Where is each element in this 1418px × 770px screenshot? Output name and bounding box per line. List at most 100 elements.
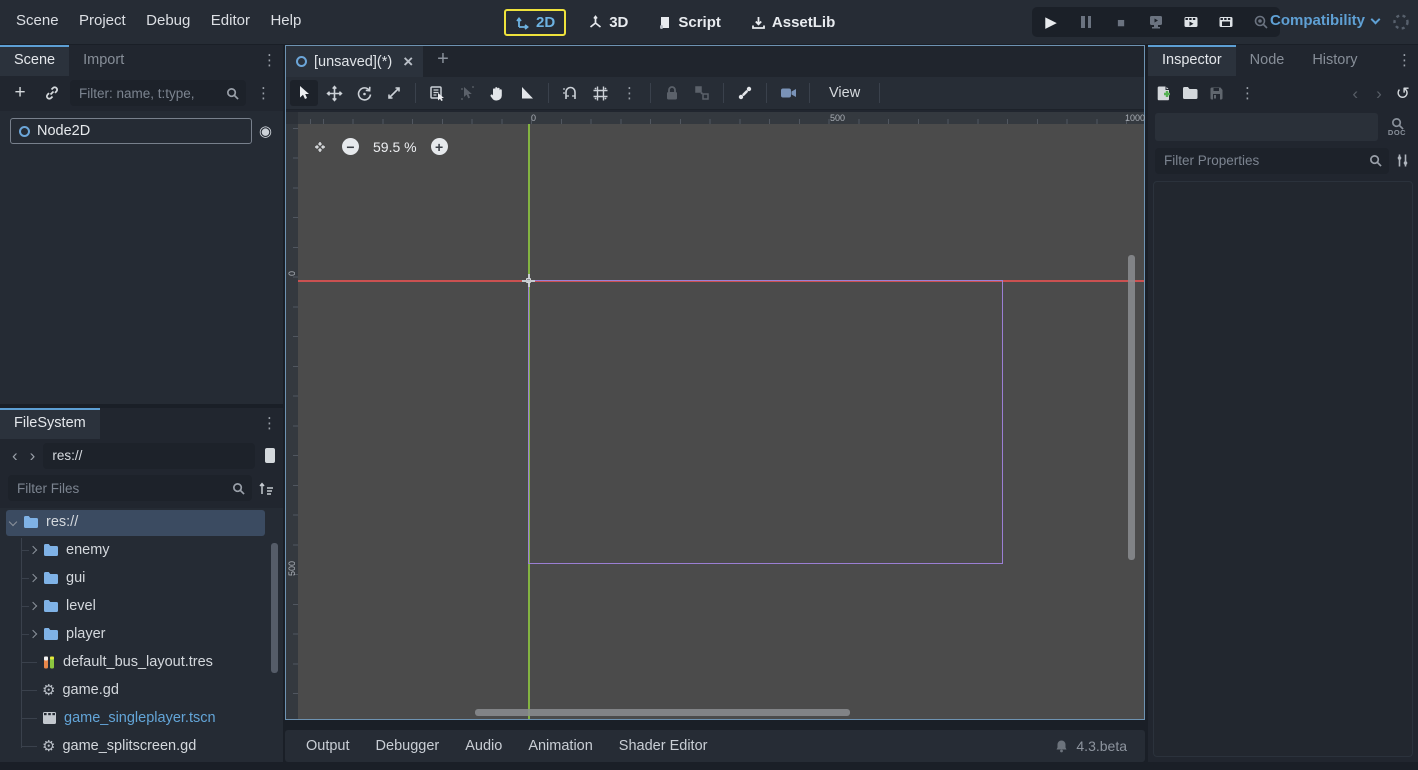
zoom-out-button[interactable]: − [342,138,359,155]
pan-tool-button[interactable] [483,80,511,106]
zoom-percent-label[interactable]: 59.5 % [373,139,417,155]
new-scene-tab-button[interactable]: + [423,46,463,77]
history-forward-icon[interactable]: › [1372,85,1386,102]
bottom-tab-animation[interactable]: Animation [515,738,605,754]
scale-tool-button[interactable] [380,80,408,106]
ruler-tool-button[interactable] [513,80,541,106]
renderer-selector[interactable]: Compatibility [1268,8,1381,33]
zoom-in-button[interactable]: + [431,138,448,155]
move-pivot-tool-button[interactable] [453,80,481,106]
tab-inspector[interactable]: Inspector [1148,45,1236,76]
save-icon[interactable] [1209,86,1224,101]
history-back-icon[interactable]: ‹ [1348,85,1362,102]
ruler-icon [519,85,535,101]
load-resource-folder-icon[interactable] [1182,86,1199,100]
menu-debug[interactable]: Debug [138,0,198,41]
pause-button[interactable] [1077,13,1095,31]
file-row-player[interactable]: player [0,620,283,648]
scene-tree-row-node2d[interactable]: Node2D ◉ [10,117,275,145]
sort-icon[interactable] [258,481,275,496]
chevron-right-icon[interactable] [29,602,37,610]
menu-project[interactable]: Project [71,0,134,41]
workspace-script-button[interactable]: Script [650,10,729,35]
open-docs-button[interactable]: DOC [1384,113,1410,141]
file-tree-scrollbar[interactable] [271,543,278,673]
play-scene-button[interactable] [1182,13,1200,31]
bottom-tab-audio[interactable]: Audio [452,738,515,754]
grid-snap-button[interactable] [586,80,614,106]
chevron-right-icon[interactable] [29,574,37,582]
move-tool-button[interactable] [320,80,348,106]
tab-node[interactable]: Node [1236,45,1299,76]
rotate-tool-button[interactable] [350,80,378,106]
play-custom-scene-icon [1218,14,1234,30]
horizontal-scrollbar[interactable] [475,709,850,716]
lock-object-button[interactable] [658,80,686,106]
bottom-tab-debugger[interactable]: Debugger [363,738,453,754]
group-object-button[interactable] [688,80,716,106]
property-tools-icon[interactable] [1395,153,1410,168]
workspace-2d-button[interactable]: 2D [504,9,566,36]
file-label: player [66,626,106,642]
scene-dock-menu-icon[interactable]: ⋮ [256,45,283,76]
select-tool-button[interactable] [290,80,318,106]
remote-debug-button[interactable] [1147,13,1165,31]
scene-tab-unsaved[interactable]: [unsaved](*) × [286,46,423,77]
file-row-game-splitscreen-gd[interactable]: ⚙ game_splitscreen.gd [0,732,283,760]
menu-editor[interactable]: Editor [203,0,258,41]
nav-back-icon[interactable]: ‹ [8,447,22,464]
file-label: game_singleplayer.tscn [64,710,216,726]
workspace-assetlib-button[interactable]: AssetLib [743,10,843,35]
tab-filesystem[interactable]: FileSystem [0,408,100,439]
menu-scene[interactable]: Scene [8,0,67,41]
path-field[interactable] [43,443,255,469]
split-mode-button[interactable] [265,448,275,463]
skeleton-options-button[interactable] [731,80,759,106]
file-row-gui[interactable]: gui [0,564,283,592]
workspace-3d-button[interactable]: 3D [580,10,636,35]
file-row-game-singleplayer-tscn[interactable]: game_singleplayer.tscn [0,704,283,732]
instance-scene-button[interactable] [38,80,66,106]
file-row-level[interactable]: level [0,592,283,620]
new-resource-icon[interactable] [1156,85,1172,102]
visibility-eye-icon[interactable]: ◉ [252,122,275,140]
vertical-scrollbar[interactable] [1128,255,1135,560]
scene-tree-menu-icon[interactable]: ⋮ [250,78,277,109]
file-row-enemy[interactable]: enemy [0,536,283,564]
center-view-icon[interactable] [312,139,328,155]
play-button[interactable]: ▶ [1042,13,1060,31]
node-rename-field[interactable]: Node2D [10,118,252,144]
2d-viewport[interactable]: 0 500 1000 0 500 − 59.5 % + [286,112,1144,719]
bottom-tab-output[interactable]: Output [293,738,363,754]
edit-history-icon[interactable]: ↺ [1396,85,1410,102]
tab-import[interactable]: Import [69,45,138,76]
tab-scene[interactable]: Scene [0,45,69,76]
nav-forward-icon[interactable]: › [26,447,40,464]
close-icon[interactable]: × [399,52,413,72]
play-custom-scene-button[interactable] [1217,13,1235,31]
file-row-default-bus-layout[interactable]: default_bus_layout.tres [0,648,283,676]
canvas-area[interactable]: − 59.5 % + [298,124,1144,719]
chevron-right-icon[interactable] [29,630,37,638]
property-filter-input[interactable] [1155,148,1389,174]
smart-snap-button[interactable] [556,80,584,106]
file-row-game-gd[interactable]: ⚙ game.gd [0,676,283,704]
preview-camera-button[interactable] [774,80,802,106]
file-row-res-root[interactable]: res:// [0,508,283,536]
inspector-filter-row [1155,147,1410,174]
file-filter-input[interactable] [8,475,252,501]
inspector-menu-icon[interactable]: ⋮ [1391,45,1418,76]
filesystem-menu-icon[interactable]: ⋮ [256,408,283,439]
menu-help[interactable]: Help [262,0,309,41]
list-select-tool-button[interactable] [423,80,451,106]
bottom-tab-shader-editor[interactable]: Shader Editor [606,738,721,754]
inspector-tools-menu-icon[interactable]: ⋮ [1234,78,1261,109]
snap-options-menu-icon[interactable]: ⋮ [616,78,643,109]
view-menu-button[interactable]: View [817,85,872,101]
tab-history[interactable]: History [1298,45,1371,76]
chevron-right-icon[interactable] [29,546,37,554]
stop-button[interactable]: ■ [1112,13,1130,31]
add-node-button[interactable]: + [6,80,34,106]
scene-filter-input[interactable] [70,80,246,106]
notification-bell-icon[interactable] [1055,739,1068,753]
